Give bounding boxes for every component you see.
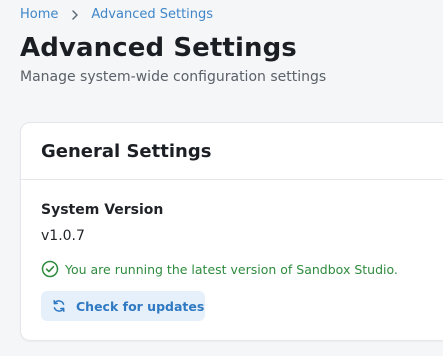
- check-circle-icon: [41, 260, 59, 278]
- page-subtitle: Manage system-wide configuration setting…: [20, 69, 327, 85]
- general-settings-card: General Settings System Version v1.0.7 Y…: [20, 122, 443, 341]
- card-title: General Settings: [41, 140, 212, 162]
- breadcrumb-home-link[interactable]: Home: [20, 7, 58, 22]
- version-status: You are running the latest version of Sa…: [41, 260, 398, 278]
- card-header: General Settings: [21, 123, 443, 180]
- chevron-right-icon: [58, 7, 91, 22]
- system-version-value: v1.0.7: [41, 228, 85, 244]
- status-text: You are running the latest version of Sa…: [65, 261, 398, 277]
- update-button-label: Check for updates: [76, 298, 205, 314]
- check-for-updates-button[interactable]: Check for updates: [41, 291, 205, 321]
- page-title: Advanced Settings: [20, 33, 297, 63]
- breadcrumb: Home Advanced Settings: [20, 7, 213, 22]
- system-version-label: System Version: [41, 202, 164, 218]
- refresh-icon: [52, 299, 66, 313]
- breadcrumb-advanced-settings-link[interactable]: Advanced Settings: [91, 7, 213, 22]
